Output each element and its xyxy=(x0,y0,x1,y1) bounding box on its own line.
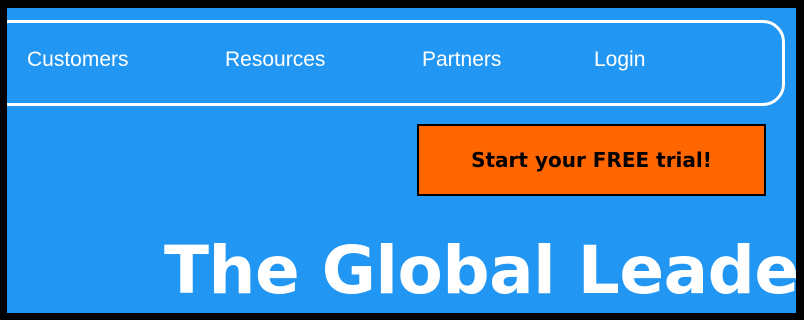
page-frame: Customers Resources Partners Login Start… xyxy=(7,8,796,313)
nav-link-resources[interactable]: Resources xyxy=(225,48,325,72)
nav-link-customers[interactable]: Customers xyxy=(27,48,129,72)
start-free-trial-button[interactable]: Start your FREE trial! xyxy=(417,124,766,196)
nav-link-partners[interactable]: Partners xyxy=(422,48,501,72)
nav-link-login[interactable]: Login xyxy=(594,48,645,72)
hero-headline: The Global Leader xyxy=(164,232,796,309)
